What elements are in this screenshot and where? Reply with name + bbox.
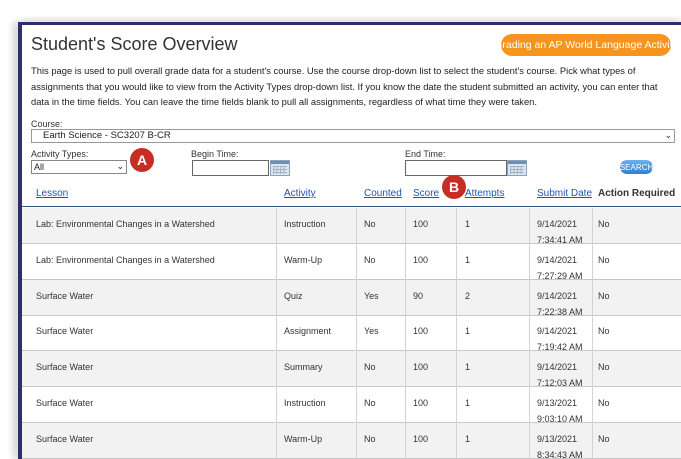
activity-types-label: Activity Types:	[31, 149, 89, 159]
table-header: Lesson Activity Counted Score Attempts S…	[22, 182, 681, 207]
table-row: Lab: Environmental Changes in a Watershe…	[22, 244, 681, 281]
lesson-cell: Surface Water	[36, 290, 94, 301]
score-overview-page: Student's Score Overview Grading an AP W…	[22, 25, 681, 459]
course-select[interactable]: Earth Science - SC3207 B-CR ⌄	[31, 129, 675, 143]
search-button[interactable]: SEARCH	[620, 160, 653, 174]
end-time-input[interactable]	[405, 160, 507, 176]
table-row: Surface Water Summary No 100 1 9/14/2021 7:12:…	[22, 351, 681, 388]
lesson-cell: Surface Water	[36, 362, 94, 373]
counted-cell: Yes	[364, 326, 379, 337]
score-cell: 100	[413, 362, 429, 373]
lesson-cell: Surface Water	[36, 433, 94, 444]
begin-time-input[interactable]	[192, 160, 269, 176]
help-activity-button[interactable]: Grading an AP World Language Activity	[494, 34, 678, 56]
attempts-cell: 2	[465, 290, 471, 301]
activity-cell: Warm-Up	[284, 254, 323, 265]
column-divider	[456, 208, 457, 459]
attempts-cell: 1	[465, 326, 471, 337]
column-divider	[405, 208, 406, 459]
activity-cell: Summary	[284, 362, 323, 373]
column-divider	[276, 208, 277, 459]
lesson-cell: Surface Water	[36, 398, 94, 408]
submit-date: 9/14/2021	[537, 326, 578, 337]
begin-time-label: Begin Time:	[191, 149, 239, 159]
submit-date: 9/13/2021	[537, 433, 578, 444]
activity-cell: Instruction	[284, 219, 326, 229]
page-description: This page is used to pull overall grade …	[31, 65, 658, 107]
activity-cell: Quiz	[284, 290, 303, 301]
table-row: Surface Water Instruction No 100 1 9/13/2021 9…	[22, 387, 681, 424]
score-cell: 90	[413, 290, 424, 301]
calendar-icon[interactable]	[507, 160, 527, 176]
submit-time: 8:34:43 AM	[537, 449, 583, 459]
attempts-cell: 1	[465, 398, 471, 408]
attempts-cell: 1	[465, 433, 471, 444]
score-cell: 100	[413, 254, 429, 265]
column-divider	[356, 208, 357, 459]
attempts-cell: 1	[465, 219, 471, 229]
activity-types-value: All	[34, 162, 45, 172]
table-row: Lab: Environmental Changes in a Watershe…	[22, 208, 681, 245]
attempts-cell: 1	[465, 254, 471, 265]
submit-date-cell: 9/13/2021 8:34:43 AM	[537, 431, 583, 459]
action-required-cell: No	[598, 219, 610, 229]
action-required-cell: No	[598, 398, 610, 408]
activity-cell: Instruction	[284, 398, 326, 408]
counted-cell: No	[364, 433, 376, 444]
action-required-cell: No	[598, 433, 610, 444]
column-header-action-required: Action Required	[598, 188, 676, 199]
submit-date: 9/14/2021	[537, 219, 578, 229]
table-row: Surface Water Quiz Yes 90 2 9/14/2021 7:22:38 …	[22, 279, 681, 317]
submit-date: 9/13/2021	[537, 398, 578, 408]
table-row: Surface Water Assignment Yes 100 1 9/14/2021 7…	[22, 315, 681, 352]
submit-date: 9/14/2021	[537, 290, 578, 301]
activity-cell: Assignment	[284, 326, 332, 337]
attempts-cell: 1	[465, 362, 471, 373]
score-cell: 100	[413, 398, 429, 408]
column-divider	[529, 208, 530, 459]
lesson-cell: Lab: Environmental Changes in a Watershe…	[36, 219, 215, 229]
counted-cell: No	[364, 398, 376, 408]
table-row: Surface Water Warm-Up No 100 1 9/13/2021 8:34:…	[22, 422, 681, 459]
chevron-down-icon: ⌄	[116, 161, 124, 171]
action-required-cell: No	[598, 362, 610, 373]
column-header-attempts[interactable]: Attempts	[465, 188, 504, 199]
calendar-icon[interactable]	[270, 160, 290, 176]
submit-date: 9/14/2021	[537, 362, 578, 373]
callout-marker-a: A	[130, 148, 154, 172]
activity-types-select[interactable]: All ⌄	[31, 160, 127, 174]
column-header-activity[interactable]: Activity	[284, 188, 316, 199]
column-header-counted[interactable]: Counted	[364, 188, 402, 199]
column-header-lesson[interactable]: Lesson	[36, 188, 68, 199]
activity-cell: Warm-Up	[284, 433, 323, 444]
column-header-submit-date[interactable]: Submit Date	[537, 188, 592, 199]
counted-cell: No	[364, 254, 376, 265]
page-title: Student's Score Overview	[31, 34, 238, 54]
callout-marker-b: B	[442, 175, 466, 199]
action-required-cell: No	[598, 254, 610, 265]
chevron-down-icon: ⌄	[664, 130, 672, 140]
action-required-cell: No	[598, 290, 610, 301]
score-cell: 100	[413, 219, 429, 229]
course-label: Course:	[31, 119, 63, 129]
score-cell: 100	[413, 326, 429, 337]
counted-cell: No	[364, 219, 376, 229]
lesson-cell: Lab: Environmental Changes in a Watershe…	[36, 254, 215, 265]
submit-date: 9/14/2021	[537, 254, 578, 265]
counted-cell: No	[364, 362, 376, 373]
column-divider	[592, 208, 593, 459]
column-header-score[interactable]: Score	[413, 188, 439, 199]
course-select-value: Earth Science - SC3207 B-CR	[43, 130, 171, 141]
lesson-cell: Surface Water	[36, 326, 94, 337]
score-cell: 100	[413, 433, 429, 444]
end-time-label: End Time:	[405, 149, 446, 159]
action-required-cell: No	[598, 326, 610, 337]
counted-cell: Yes	[364, 290, 379, 301]
